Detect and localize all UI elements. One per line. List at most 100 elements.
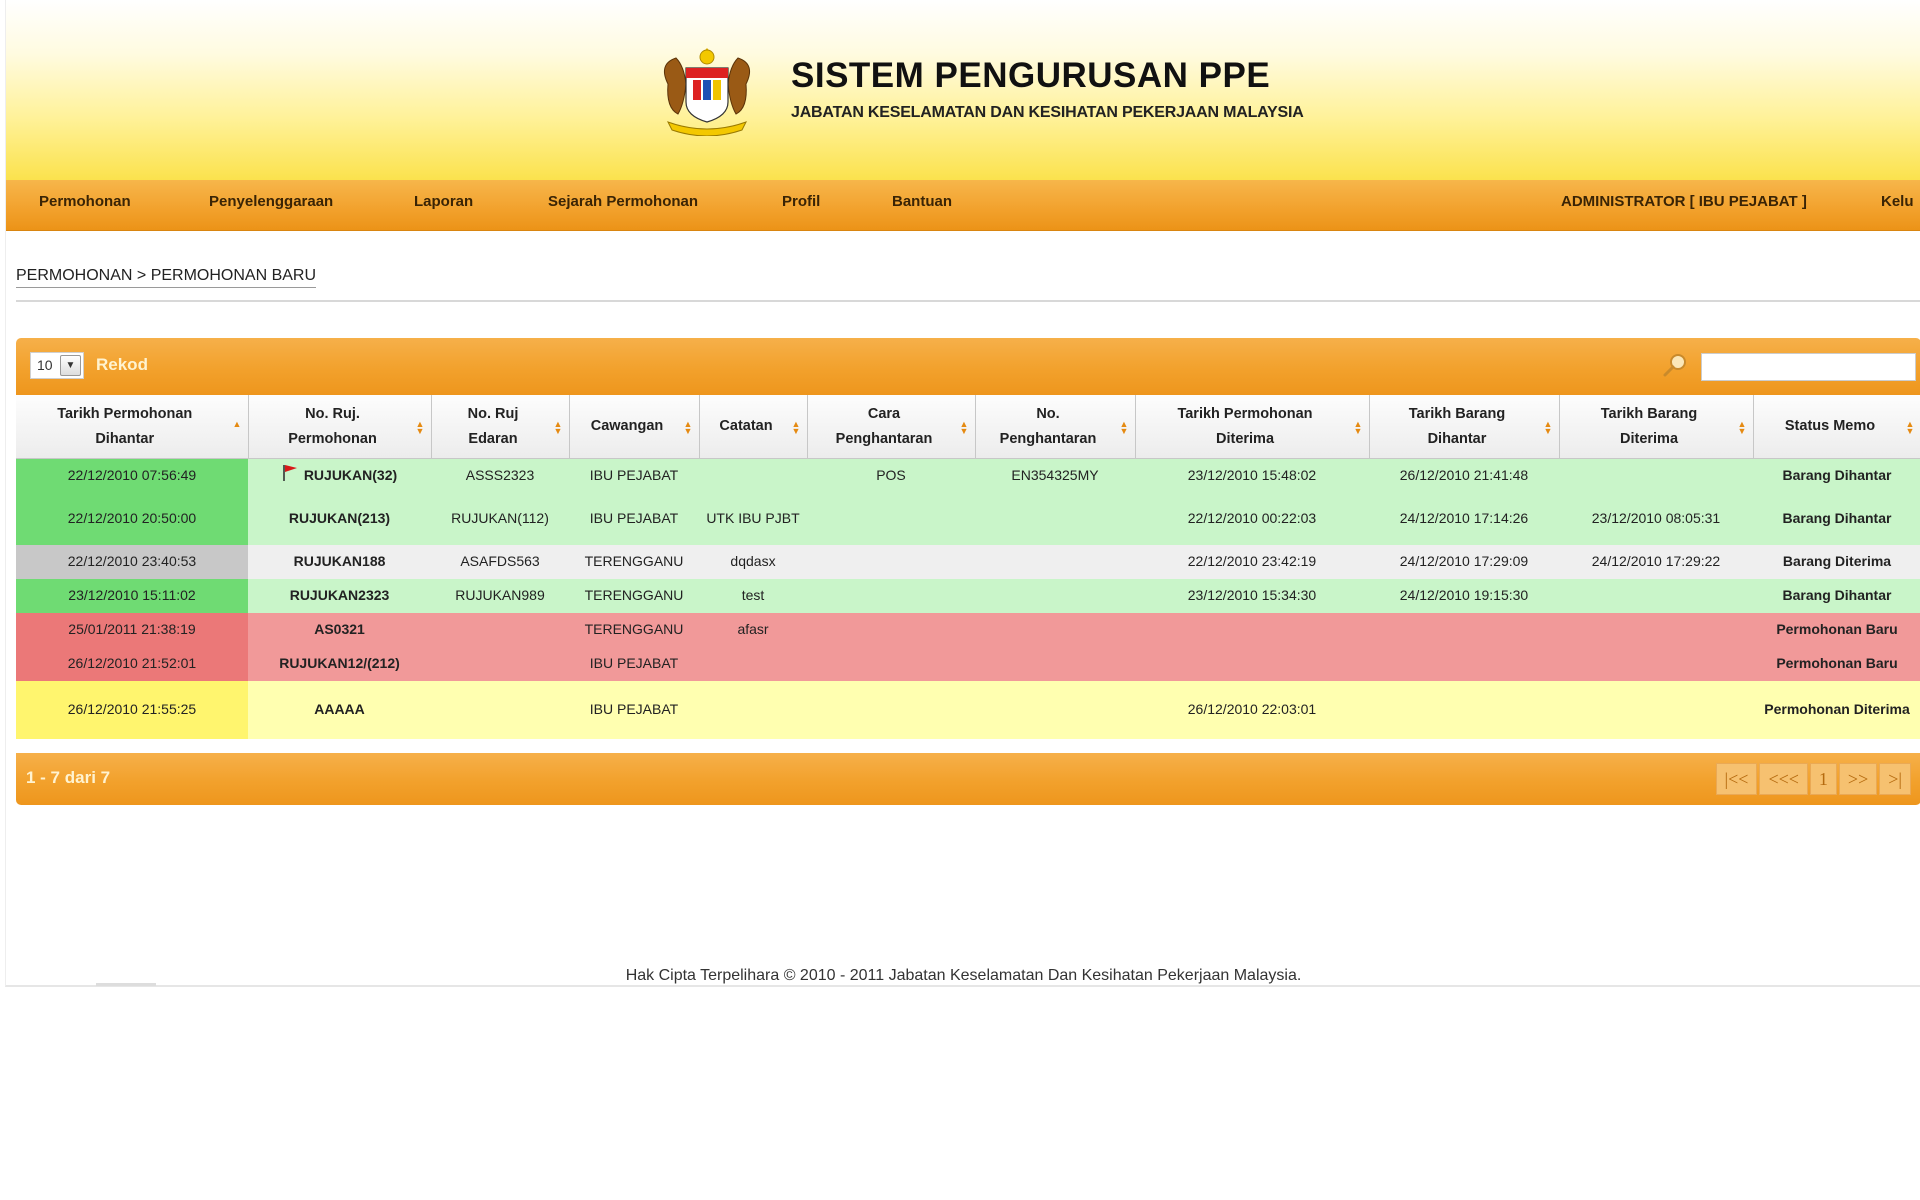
nav-penyelenggaraan[interactable]: Penyelenggaraan (209, 180, 333, 230)
column-header[interactable]: Tarikh Permohonan Dihantar ▲ (16, 395, 249, 459)
table-cell: Permohonan Diterima (1753, 680, 1920, 739)
sort-icon[interactable]: ▲ ▼ (1354, 420, 1363, 436)
table-row[interactable]: 25/01/2011 21:38:19 AS0321 TERENGGANU afasr… (16, 612, 1920, 647)
prev-page-button[interactable]: <<< (1759, 763, 1808, 795)
sort-icon[interactable]: ▲ ▼ (1906, 420, 1915, 436)
table-cell: dqdasx (699, 544, 807, 579)
table-row[interactable]: 22/12/2010 23:40:53 RUJUKAN188 ASAFDS563 TE… (16, 544, 1920, 579)
table-cell (699, 646, 807, 681)
nav-logout[interactable]: Kelu (1881, 180, 1914, 230)
table-cell: EN354325MY (975, 458, 1135, 493)
table-cell: Barang Diterima (1753, 544, 1920, 579)
table-cell: 22/12/2010 00:22:03 (1135, 492, 1369, 545)
table-cell (975, 578, 1135, 613)
sort-icon[interactable]: ▲ ▼ (416, 420, 425, 436)
table-cell (807, 492, 975, 545)
bottom-divider (96, 983, 156, 986)
sort-icon[interactable]: ▲ ▼ (1738, 420, 1747, 436)
column-header-label: Cawangan (590, 418, 664, 434)
sort-icon[interactable]: ▲ ▼ (554, 420, 563, 436)
rows-per-page-value: 10 (37, 357, 53, 373)
table-cell: ASSS2323 (431, 458, 569, 493)
last-page-button[interactable]: >| (1879, 763, 1911, 795)
sort-icon[interactable]: ▲ ▼ (684, 420, 693, 436)
column-header-label: Tarikh Permohonan (57, 405, 193, 422)
table-row[interactable]: 26/12/2010 21:52:01 RUJUKAN12/(212) IBU PE… (16, 646, 1920, 681)
table-cell: RUJUKAN(112) (431, 492, 569, 545)
sort-ascending-icon[interactable]: ▲ (233, 420, 242, 435)
app-title: SISTEM PENGURUSAN PPE (791, 56, 1271, 95)
pager: |<< <<< 1 >> >| (1715, 763, 1911, 795)
nav-profil[interactable]: Profil (782, 180, 820, 230)
column-header-label: Dihantar (1427, 430, 1487, 447)
first-page-button[interactable]: |<< (1715, 763, 1758, 795)
sort-icon[interactable]: ▲ ▼ (1120, 420, 1129, 436)
table-cell: 23/12/2010 15:34:30 (1135, 578, 1369, 613)
cell-text: RUJUKAN(32) (303, 467, 398, 484)
table-cell (1559, 646, 1753, 681)
table-cell: 22/12/2010 23:40:53 (16, 544, 248, 579)
coat-of-arms-logo (663, 48, 751, 136)
column-header[interactable]: No. Penghantaran ▲ ▼ (975, 395, 1136, 459)
table-cell (807, 680, 975, 739)
column-header[interactable]: Tarikh Barang Dihantar ▲ ▼ (1369, 395, 1560, 459)
table-cell: IBU PEJABAT (569, 680, 699, 739)
sort-icon[interactable]: ▲ ▼ (792, 420, 801, 436)
table-cell (1369, 680, 1559, 739)
table-row[interactable]: 26/12/2010 21:55:25 AAAAA IBU PEJABAT 26/12… (16, 680, 1920, 739)
table-cell (1559, 458, 1753, 493)
sort-icon[interactable]: ▲ ▼ (1544, 420, 1553, 436)
rows-per-page-select[interactable]: 10 ▼ (30, 352, 84, 379)
table-cell (431, 646, 569, 681)
table-cell: 22/12/2010 20:50:00 (16, 492, 248, 545)
table-cell (807, 612, 975, 647)
column-header[interactable]: Status Memo ▲ ▼ (1753, 395, 1920, 459)
table-cell (975, 646, 1135, 681)
nav-user-label[interactable]: ADMINISTRATOR [ IBU PEJABAT ] (1561, 180, 1807, 230)
table-cell (807, 646, 975, 681)
column-header[interactable]: No. Ruj Edaran ▲ ▼ (431, 395, 570, 459)
search-input[interactable] (1701, 353, 1916, 381)
table-cell: 25/01/2011 21:38:19 (16, 612, 248, 647)
search-icon[interactable] (1661, 351, 1689, 379)
rows-label: Rekod (96, 355, 148, 374)
table-cell (807, 544, 975, 579)
current-page-button[interactable]: 1 (1809, 763, 1837, 795)
column-header-label: Tarikh Barang (1600, 405, 1698, 422)
column-header[interactable]: Catatan ▲ ▼ (699, 395, 808, 459)
nav-permohonan[interactable]: Permohonan (39, 180, 131, 230)
table-cell: Barang Dihantar (1753, 492, 1920, 545)
table-cell (1559, 612, 1753, 647)
column-header-label: Penghantaran (999, 430, 1097, 447)
column-header[interactable]: No. Ruj. Permohonan ▲ ▼ (248, 395, 432, 459)
column-header-label: Penghantaran (835, 430, 933, 447)
column-header[interactable]: Tarikh Barang Diterima ▲ ▼ (1559, 395, 1754, 459)
table-cell: Barang Dihantar (1753, 578, 1920, 613)
table-cell: RUJUKAN2323 (248, 578, 431, 613)
table-cell (699, 680, 807, 739)
table-row[interactable]: 22/12/2010 20:50:00 RUJUKAN(213) RUJUKAN(1… (16, 492, 1920, 545)
table-cell (975, 544, 1135, 579)
column-header-label: No. Ruj (467, 405, 519, 422)
chevron-down-icon[interactable]: ▼ (60, 355, 81, 376)
table-row[interactable]: 22/12/2010 07:56:49 RUJUKAN(32) ASSS2323 IB… (16, 458, 1920, 493)
column-header[interactable]: Cara Penghantaran ▲ ▼ (807, 395, 976, 459)
column-header[interactable]: Cawangan ▲ ▼ (569, 395, 700, 459)
column-header-label: Catatan (719, 418, 773, 434)
column-header[interactable]: Tarikh Permohonan Diterima ▲ ▼ (1135, 395, 1370, 459)
nav-sejarah-permohonan[interactable]: Sejarah Permohonan (548, 180, 698, 230)
sort-icon[interactable]: ▲ ▼ (960, 420, 969, 436)
header: SISTEM PENGURUSAN PPE JABATAN KESELAMATA… (6, 0, 1920, 180)
column-header-label: Permohonan (288, 430, 377, 447)
table-cell (807, 578, 975, 613)
table-cell: 26/12/2010 21:52:01 (16, 646, 248, 681)
paging-info: 1 - 7 dari 7 (26, 768, 111, 787)
data-grid: 10 ▼ Rekod Tarikh Permohonan Dihantar ▲ No.… (16, 338, 1920, 805)
table-row[interactable]: 23/12/2010 15:11:02 RUJUKAN2323 RUJUKAN989… (16, 578, 1920, 613)
next-page-button[interactable]: >> (1838, 763, 1878, 795)
table-cell (1559, 680, 1753, 739)
table-cell (1135, 646, 1369, 681)
table-cell: RUJUKAN(32) (248, 458, 431, 493)
nav-bantuan[interactable]: Bantuan (892, 180, 952, 230)
nav-laporan[interactable]: Laporan (414, 180, 473, 230)
